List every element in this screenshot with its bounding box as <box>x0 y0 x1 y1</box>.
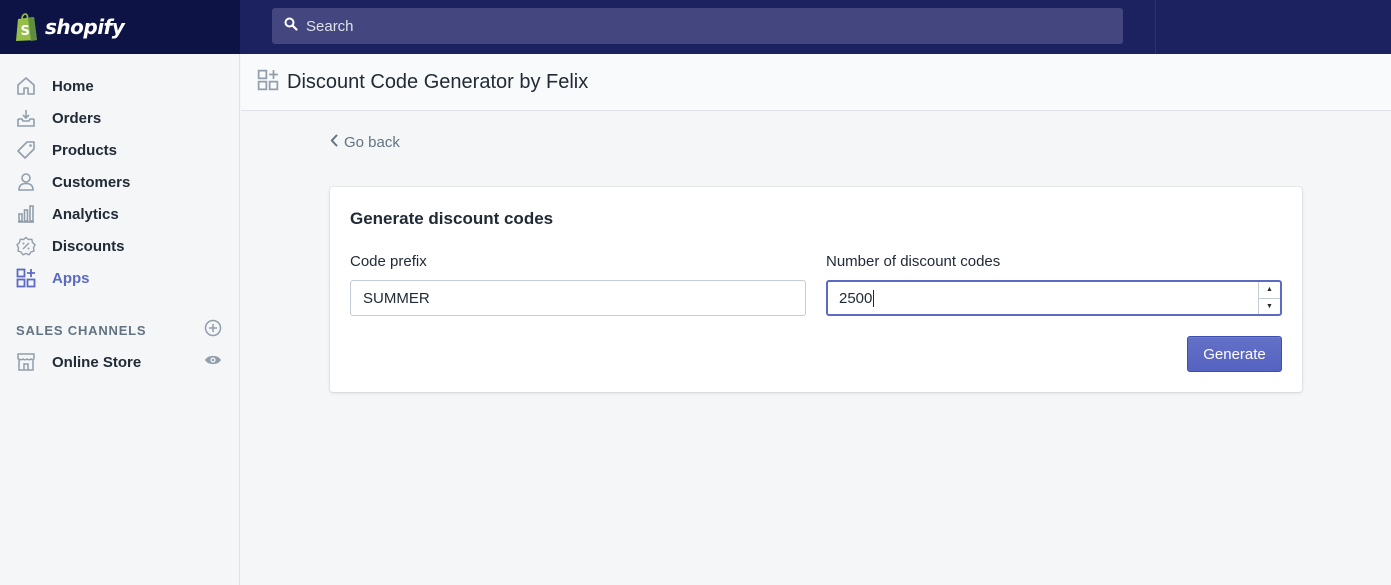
sidebar-item-products[interactable]: Products <box>0 134 239 166</box>
orders-icon <box>16 108 36 128</box>
home-icon <box>16 76 36 96</box>
shopify-logo[interactable]: S shopify <box>0 0 240 54</box>
go-back-label: Go back <box>344 134 400 151</box>
person-icon <box>16 172 36 192</box>
sidebar-item-discounts[interactable]: Discounts <box>0 230 239 262</box>
stepper-up-icon[interactable]: ▲ <box>1259 282 1280 298</box>
sidebar-item-online-store[interactable]: Online Store <box>0 346 239 378</box>
sidebar-item-apps[interactable]: Apps <box>0 262 239 294</box>
tag-icon <box>16 140 36 160</box>
eye-icon[interactable] <box>204 353 222 371</box>
apps-icon <box>16 268 36 288</box>
discount-icon <box>16 236 36 256</box>
store-icon <box>16 352 36 372</box>
code-prefix-value: SUMMER <box>363 289 430 307</box>
search-icon <box>284 17 298 36</box>
chevron-left-icon <box>330 134 338 151</box>
number-of-codes-input[interactable]: 2500 ▲ ▼ <box>826 280 1282 316</box>
app-header: Discount Code Generator by Felix <box>241 54 1391 111</box>
sidebar-item-analytics[interactable]: Analytics <box>0 198 239 230</box>
code-prefix-label: Code prefix <box>350 253 427 270</box>
sales-channels-header: SALES CHANNELS <box>0 314 239 346</box>
sidebar-item-label: Apps <box>52 269 90 287</box>
svg-text:S: S <box>21 24 30 39</box>
search-input[interactable]: Search <box>272 8 1123 44</box>
sidebar-item-label: Home <box>52 77 94 95</box>
text-caret <box>873 289 875 307</box>
quantity-stepper[interactable]: ▲ ▼ <box>1258 282 1280 314</box>
sidebar-item-orders[interactable]: Orders <box>0 102 239 134</box>
page-title: Discount Code Generator by Felix <box>287 70 589 93</box>
online-store-label: Online Store <box>52 353 142 371</box>
number-of-codes-label: Number of discount codes <box>826 253 1001 270</box>
stepper-down-icon[interactable]: ▼ <box>1259 297 1280 315</box>
sidebar-item-label: Orders <box>52 109 102 127</box>
sidebar-item-customers[interactable]: Customers <box>0 166 239 198</box>
go-back-link[interactable]: Go back <box>330 134 400 151</box>
sidebar-item-label: Discounts <box>52 237 125 255</box>
number-of-codes-value: 2500 <box>839 289 873 307</box>
shopify-wordmark: shopify <box>45 15 125 39</box>
generate-card: Generate discount codes Code prefix SUMM… <box>330 187 1302 392</box>
topbar-divider <box>1155 0 1156 54</box>
search-placeholder: Search <box>306 17 354 35</box>
sidebar-item-home[interactable]: Home <box>0 70 239 102</box>
code-prefix-input[interactable]: SUMMER <box>350 280 806 316</box>
sales-channels-title: SALES CHANNELS <box>16 322 147 338</box>
sidebar-item-label: Products <box>52 141 118 159</box>
sidebar-item-label: Analytics <box>52 205 119 223</box>
bar-chart-icon <box>16 204 36 224</box>
shopify-bag-icon: S <box>14 12 42 42</box>
generate-button[interactable]: Generate <box>1187 336 1282 372</box>
card-title: Generate discount codes <box>350 209 554 228</box>
sidebar: Home Orders Products Customers Analytics <box>0 54 240 585</box>
top-bar: S shopify Search <box>0 0 1391 54</box>
add-circle-icon[interactable] <box>204 319 222 342</box>
apps-icon <box>257 69 279 96</box>
sidebar-item-label: Customers <box>52 173 131 191</box>
